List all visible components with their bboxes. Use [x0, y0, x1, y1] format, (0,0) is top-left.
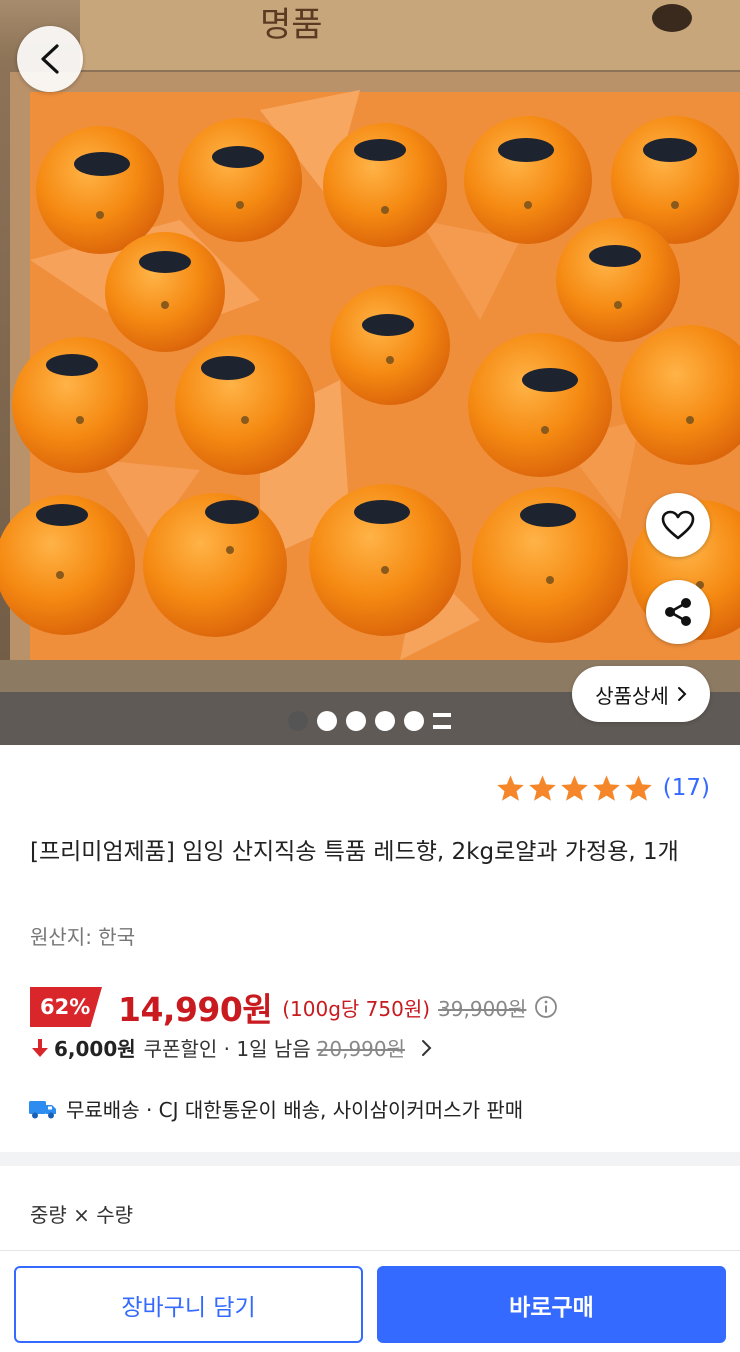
section-divider: [0, 1152, 740, 1166]
product-title: [프리미엄제품] 임잉 산지직송 특품 레드향, 2kg로얄과 가정용, 1개: [30, 839, 679, 865]
arrow-down-icon: [32, 1038, 48, 1057]
product-origin: 원산지: 한국: [30, 925, 136, 949]
product-detail-button[interactable]: 상품상세: [572, 666, 710, 722]
original-price: 39,900원: [438, 996, 527, 1021]
carousel-indicator: [288, 711, 451, 731]
carousel-more-icon: [433, 713, 451, 729]
carousel-dot[interactable]: [317, 711, 337, 731]
option-selector[interactable]: 중량 × 수량: [30, 1199, 133, 1228]
price-row: 62% 14,990원 (100g당 750원) 39,900원: [30, 983, 558, 1031]
coupon-label: 쿠폰할인 · 1일 남음: [143, 1037, 311, 1061]
share-button[interactable]: [646, 580, 710, 644]
coupon-amount: 6,000원: [54, 1037, 136, 1061]
shipping-text: 무료배송 · CJ 대한통운이 배송, 사이삼이커머스가 판매: [66, 1098, 524, 1122]
carousel-dot[interactable]: [375, 711, 395, 731]
product-rating[interactable]: (17): [496, 774, 710, 802]
star-icon: [624, 775, 652, 801]
heart-icon: [661, 510, 695, 540]
info-icon[interactable]: [534, 995, 558, 1019]
carousel-dot[interactable]: [346, 711, 366, 731]
product-photo: 명품: [0, 0, 740, 745]
product-image-carousel[interactable]: 명품 상품상세: [0, 0, 740, 745]
sale-price: 14,990원: [118, 990, 273, 1029]
wishlist-button[interactable]: [646, 493, 710, 557]
chevron-right-icon: [422, 1039, 432, 1056]
chevron-left-icon: [41, 44, 59, 74]
star-icon: [592, 775, 620, 801]
star-icon: [560, 775, 588, 801]
carousel-dot[interactable]: [404, 711, 424, 731]
coupon-original-price: 20,990원: [316, 1037, 406, 1061]
discount-badge: 62%: [30, 987, 102, 1027]
product-detail-label: 상품상세: [595, 683, 669, 708]
back-button[interactable]: [17, 26, 83, 92]
delivery-truck-icon: [29, 1100, 56, 1118]
chevron-right-icon: [677, 687, 687, 701]
bottom-action-bar: 장바구니 담기 바로구매: [0, 1250, 740, 1352]
coupon-discount-row[interactable]: 6,000원 쿠폰할인 · 1일 남음 20,990원: [30, 1033, 437, 1062]
star-icon: [496, 775, 524, 801]
star-icon: [528, 775, 556, 801]
buy-now-button[interactable]: 바로구매: [377, 1266, 726, 1343]
unit-price: (100g당 750원): [282, 996, 431, 1021]
rating-stars: [496, 774, 653, 802]
shipping-info: 무료배송 · CJ 대한통운이 배송, 사이삼이커머스가 판매: [28, 1094, 523, 1123]
add-to-cart-button[interactable]: 장바구니 담기: [14, 1266, 363, 1343]
carousel-dot-active[interactable]: [288, 711, 308, 731]
share-icon: [665, 598, 691, 626]
svg-text:명품: 명품: [260, 5, 323, 45]
review-count-link[interactable]: (17): [663, 775, 710, 801]
